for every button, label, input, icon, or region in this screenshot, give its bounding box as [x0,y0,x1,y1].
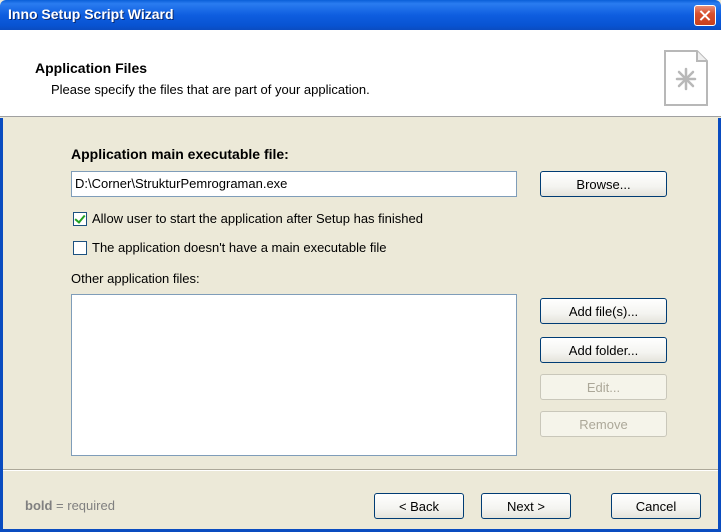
close-button[interactable] [694,5,716,26]
no-exe-checkbox[interactable] [73,240,87,255]
add-folder-button[interactable]: Add folder... [540,337,667,363]
required-legend: bold = required [25,498,115,513]
allow-start-label: Allow user to start the application afte… [92,211,423,226]
allow-start-checkbox[interactable] [73,211,87,226]
add-files-button[interactable]: Add file(s)... [540,298,667,324]
required-legend-text: = required [52,498,115,513]
next-button[interactable]: Next > [481,493,571,519]
remove-button[interactable]: Remove [540,411,667,437]
edit-button[interactable]: Edit... [540,374,667,400]
wizard-header: Application Files Please specify the fil… [0,30,721,117]
required-legend-bold: bold [25,498,53,513]
cancel-button[interactable]: Cancel [611,493,701,519]
main-exe-input[interactable]: D:\Corner\StrukturPemrograman.exe [71,171,517,197]
allow-start-option[interactable]: Allow user to start the application afte… [73,211,423,226]
main-exe-label: Application main executable file: [71,146,289,162]
no-exe-label: The application doesn't have a main exec… [92,240,387,255]
other-files-list[interactable] [71,294,517,456]
back-button[interactable]: < Back [374,493,464,519]
wizard-document-icon [661,49,709,107]
window-title: Inno Setup Script Wizard [8,6,174,22]
page-subtitle: Please specify the files that are part o… [51,82,370,97]
footer-divider [3,469,718,471]
no-exe-option[interactable]: The application doesn't have a main exec… [73,240,386,255]
browse-button[interactable]: Browse... [540,171,667,197]
title-bar[interactable]: Inno Setup Script Wizard [0,0,721,30]
page-title: Application Files [35,60,148,76]
other-files-label: Other application files: [71,271,200,286]
